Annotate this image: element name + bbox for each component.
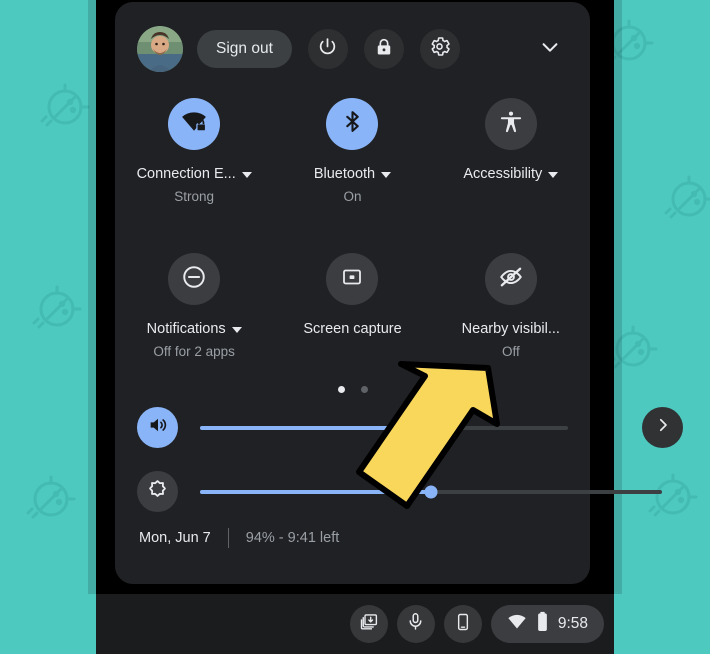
sign-out-button[interactable]: Sign out [197, 30, 292, 68]
volume-slider-thumb[interactable] [403, 421, 417, 434]
tile-accessibility-label: Accessibility [463, 166, 543, 182]
chevron-down-icon[interactable] [381, 171, 392, 178]
quick-settings-panel: Sign out Connection E... Strong Bluetoot… [115, 2, 683, 584]
battery-icon [536, 611, 549, 637]
chevron-down-icon[interactable] [241, 171, 252, 178]
chevron-down-icon [539, 36, 561, 63]
brightness-button[interactable] [137, 471, 178, 512]
volume-slider-fill [200, 425, 410, 430]
tile-notifications-icon-circle[interactable] [168, 253, 221, 305]
accessibility-icon [498, 109, 524, 140]
feature-tile-row-1: Connection E... Strong Bluetooth On Acce… [115, 98, 590, 204]
tile-bluetooth-label: Bluetooth [313, 166, 376, 182]
feature-tile-row-2: Notifications Off for 2 apps Screen capt… [115, 253, 590, 359]
shelf: 9:58 [96, 594, 614, 654]
pagination-dots [115, 386, 590, 393]
chevron-down-icon[interactable] [231, 326, 242, 333]
tile-network-label-row: Connection E... [137, 165, 252, 184]
settings-button[interactable] [419, 29, 460, 69]
brightness-slider-row [137, 471, 662, 512]
battery-label[interactable]: 94% - 9:41 left [246, 530, 340, 546]
chevron-down-icon[interactable] [548, 171, 559, 178]
tile-accessibility-label-row: Accessibility [463, 165, 559, 184]
tile-screen-capture-label: Screen capture [303, 321, 402, 337]
tile-nearby-visibility-label: Nearby visibil... [461, 321, 560, 337]
shelf-status-tray: 9:58 [349, 594, 604, 654]
android-bot-icon [28, 280, 86, 338]
page-dot-2[interactable] [360, 386, 368, 393]
power-button[interactable] [307, 29, 348, 69]
next-page-button[interactable] [642, 407, 683, 448]
page-dot-1[interactable] [337, 386, 345, 393]
screen-capture-icon [340, 265, 364, 294]
wifi-icon [507, 612, 527, 637]
power-icon [317, 36, 338, 62]
volume-slider-track[interactable] [200, 421, 568, 434]
brightness-slider-fill [200, 489, 431, 494]
phone-icon [453, 612, 473, 637]
android-bot-icon [22, 470, 80, 528]
dictation-button[interactable] [396, 605, 435, 643]
tile-accessibility[interactable]: Accessibility [432, 98, 590, 204]
status-area-button[interactable]: 9:58 [490, 605, 604, 643]
tile-nearby-visibility-icon-circle[interactable] [484, 253, 537, 305]
brightness-slider-track[interactable] [200, 485, 662, 498]
tile-nearby-visibility-sublabel: Off [501, 344, 520, 359]
collapse-button[interactable] [532, 31, 568, 67]
tile-network-icon-circle[interactable] [168, 98, 221, 150]
brightness-slider-thumb[interactable] [424, 485, 438, 498]
brightness-icon [146, 478, 169, 506]
date-label[interactable]: Mon, Jun 7 [139, 530, 211, 546]
volume-up-icon [147, 414, 169, 441]
tile-notifications-sublabel: Off for 2 apps [153, 344, 235, 359]
bluetooth-icon [340, 109, 365, 139]
tile-notifications[interactable]: Notifications Off for 2 apps [115, 253, 273, 359]
lock-icon [374, 37, 394, 62]
tile-bluetooth[interactable]: Bluetooth On [273, 98, 431, 204]
tile-accessibility-icon-circle[interactable] [484, 98, 537, 150]
tile-nearby-visibility[interactable]: Nearby visibil... Off [432, 253, 590, 359]
tile-bluetooth-sublabel: On [343, 189, 362, 204]
do-not-disturb-icon [181, 264, 207, 295]
volume-slider-row [137, 407, 568, 448]
chromeos-desktop: Sign out Connection E... Strong Bluetoot… [0, 0, 710, 654]
wifi-secured-icon [180, 108, 208, 141]
phone-hub-button[interactable] [443, 605, 482, 643]
gear-icon [429, 36, 451, 62]
tile-screen-capture[interactable]: Screen capture [273, 253, 431, 359]
tile-bluetooth-label-row: Bluetooth [313, 165, 392, 184]
quick-settings-header: Sign out [115, 2, 590, 96]
volume-toggle-button[interactable] [137, 407, 178, 448]
lock-button[interactable] [363, 29, 404, 69]
tile-notifications-label: Notifications [146, 321, 226, 337]
tile-bluetooth-icon-circle[interactable] [326, 98, 379, 150]
tile-network-label: Connection E... [136, 166, 236, 182]
clock-label: 9:58 [557, 615, 588, 632]
eye-off-icon [498, 264, 524, 295]
tile-network-sublabel: Strong [174, 189, 215, 204]
screen-capture-tray-button[interactable] [349, 605, 388, 643]
quick-settings-footer: Mon, Jun 7 94% - 9:41 left [115, 528, 590, 548]
chevron-right-icon [654, 416, 672, 439]
android-bot-icon [36, 78, 94, 136]
microphone-icon [405, 611, 426, 637]
tile-notifications-label-row: Notifications [147, 320, 242, 339]
tile-network[interactable]: Connection E... Strong [115, 98, 273, 204]
avatar[interactable] [137, 26, 183, 72]
footer-divider [227, 528, 229, 548]
android-bot-icon [660, 170, 710, 228]
tile-screen-capture-icon-circle[interactable] [326, 253, 379, 305]
screenshot-stack-icon [358, 611, 379, 637]
